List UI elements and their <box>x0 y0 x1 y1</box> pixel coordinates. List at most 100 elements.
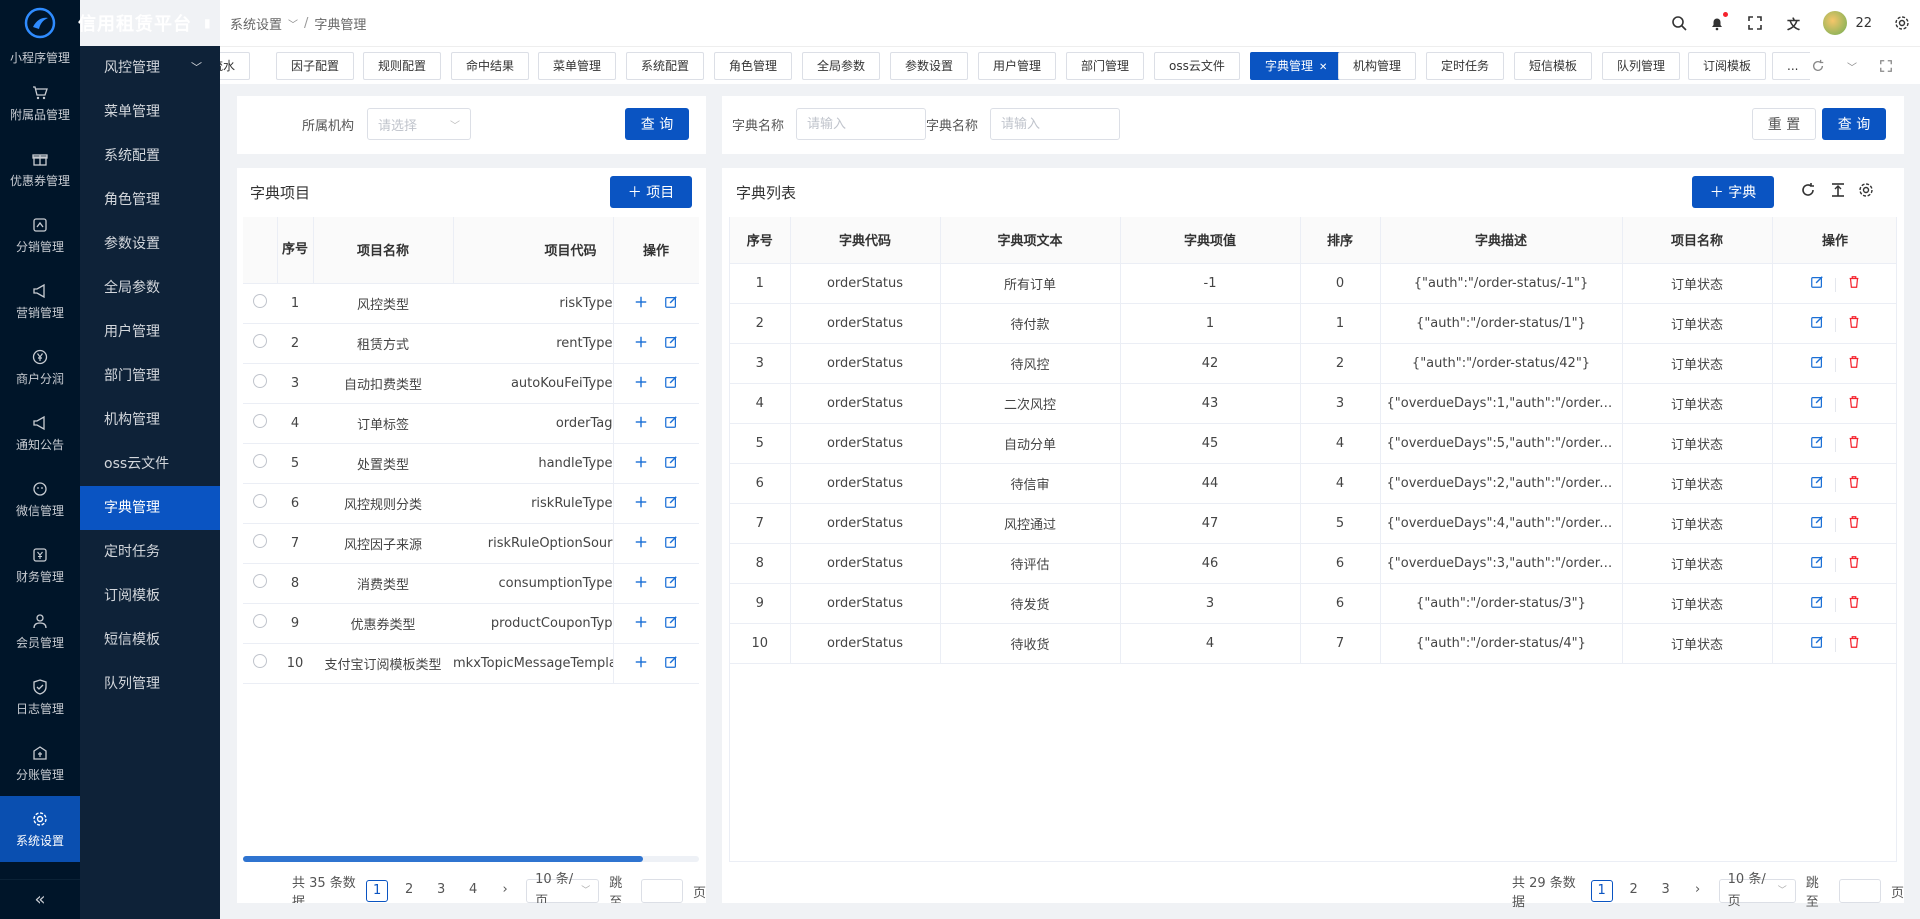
table-row[interactable]: 6 风控规则分类 riskRuleType <box>243 483 699 524</box>
radio-button[interactable] <box>253 374 267 388</box>
left-query-button[interactable]: 查 询 <box>625 108 689 140</box>
edit-icon[interactable] <box>663 574 679 590</box>
sub-item-risk[interactable]: 风控管理 ﹀ <box>80 46 220 90</box>
tab-hit-result[interactable]: 命中结果 <box>451 52 530 80</box>
sub-item-dictionary[interactable]: 字典管理 <box>80 486 220 530</box>
sub-item-subscribe-template[interactable]: 订阅模板 <box>80 574 220 618</box>
add-icon[interactable] <box>633 414 649 430</box>
edit-icon[interactable] <box>663 294 679 310</box>
collapse-icon[interactable]: « <box>0 879 80 919</box>
sub-item-org[interactable]: 机构管理 <box>80 398 220 442</box>
tab-users[interactable]: 用户管理 <box>978 52 1057 80</box>
refresh-icon[interactable] <box>1800 182 1816 198</box>
next-page-icon[interactable]: › <box>1687 880 1709 902</box>
rail-item-accessory[interactable]: 附属品管理 <box>0 70 80 136</box>
tab-flow[interactable]: 流水 <box>220 52 251 80</box>
sub-item-role[interactable]: 角色管理 <box>80 178 220 222</box>
add-icon[interactable] <box>633 374 649 390</box>
sub-item-oss[interactable]: oss云文件 <box>80 442 220 486</box>
rail-item-merchant-profit[interactable]: 商户分润 <box>0 334 80 400</box>
radio-button[interactable] <box>253 334 267 348</box>
tab-role[interactable]: 角色管理 <box>714 52 793 80</box>
pin-icon[interactable]: ▮ <box>204 16 211 30</box>
edit-icon[interactable] <box>1809 394 1825 410</box>
delete-icon[interactable] <box>1846 274 1862 290</box>
page-size-select[interactable]: 10 条/页 ﹀ <box>526 872 600 903</box>
edit-icon[interactable] <box>1809 314 1825 330</box>
tab-menu[interactable]: 菜单管理 <box>538 52 617 80</box>
fullscreen-icon[interactable] <box>1747 15 1763 31</box>
add-dict-button[interactable]: ＋ 字典 <box>1692 176 1774 208</box>
table-row[interactable]: 8 orderStatus 待评估 46 6 {"overdueDays":3,"auth… <box>730 543 1896 584</box>
table-row[interactable]: 10 支付宝订阅模板类型 mkxTopicMessageTempla <box>243 643 699 684</box>
row-radio[interactable] <box>243 363 277 404</box>
add-icon[interactable] <box>633 294 649 310</box>
reset-button[interactable]: 重 置 <box>1752 108 1816 140</box>
delete-icon[interactable] <box>1846 594 1862 610</box>
add-icon[interactable] <box>633 534 649 550</box>
edit-icon[interactable] <box>1809 594 1825 610</box>
edit-icon[interactable] <box>1809 434 1825 450</box>
edit-icon[interactable] <box>663 654 679 670</box>
search-icon[interactable] <box>1671 15 1688 31</box>
table-row[interactable]: 5 orderStatus 自动分单 45 4 {"overdueDays":5,"aut… <box>730 423 1896 464</box>
tab-org[interactable]: 机构管理 <box>1338 52 1417 80</box>
settings-icon[interactable] <box>1894 15 1910 31</box>
delete-icon[interactable] <box>1846 474 1862 490</box>
table-row[interactable]: 7 orderStatus 风控通过 47 5 {"overdueDays":4,"aut… <box>730 503 1896 544</box>
table-row[interactable]: 2 orderStatus 待付款 1 1 {"auth":"/order-status/… <box>730 303 1896 344</box>
sub-item-params[interactable]: 参数设置 <box>80 222 220 266</box>
sub-item-sms-template[interactable]: 短信模板 <box>80 618 220 662</box>
table-row[interactable]: 7 风控因子来源 riskRuleOptionSour <box>243 523 699 564</box>
page-3[interactable]: 3 <box>430 880 452 902</box>
tab-oss[interactable]: oss云文件 <box>1154 52 1240 80</box>
sub-item-cron[interactable]: 定时任务 <box>80 530 220 574</box>
edit-icon[interactable] <box>1809 554 1825 570</box>
edit-icon[interactable] <box>1809 354 1825 370</box>
table-row[interactable]: 8 消费类型 consumptionType <box>243 563 699 604</box>
sub-item-queue[interactable]: 队列管理 <box>80 662 220 706</box>
chevron-down-icon[interactable]: ﹀ <box>1844 58 1860 74</box>
expand-icon[interactable] <box>1878 58 1894 74</box>
table-row[interactable]: 5 处置类型 handleType <box>243 443 699 484</box>
breadcrumb-parent[interactable]: 系统设置 <box>230 14 282 33</box>
refresh-icon[interactable] <box>1810 58 1826 74</box>
add-icon[interactable] <box>633 574 649 590</box>
tab-sms-template[interactable]: 短信模板 <box>1514 52 1593 80</box>
radio-button[interactable] <box>253 414 267 428</box>
sub-item-users[interactable]: 用户管理 <box>80 310 220 354</box>
row-radio[interactable] <box>243 403 277 444</box>
rail-item-member[interactable]: 会员管理 <box>0 598 80 664</box>
tab-cron[interactable]: 定时任务 <box>1426 52 1505 80</box>
jump-input[interactable] <box>640 879 683 903</box>
page-4[interactable]: 4 <box>462 880 484 902</box>
edit-icon[interactable] <box>1809 634 1825 650</box>
radio-button[interactable] <box>253 294 267 308</box>
radio-button[interactable] <box>253 494 267 508</box>
translate-icon[interactable]: 文 <box>1785 15 1801 33</box>
page-2[interactable]: 2 <box>398 880 420 902</box>
jump-input[interactable] <box>1838 879 1881 903</box>
radio-button[interactable] <box>253 534 267 548</box>
radio-button[interactable] <box>253 574 267 588</box>
gear-icon[interactable] <box>1858 182 1874 198</box>
delete-icon[interactable] <box>1846 394 1862 410</box>
rail-item-wechat[interactable]: 微信管理 <box>0 466 80 532</box>
add-project-button[interactable]: ＋ 项目 <box>610 176 692 208</box>
add-icon[interactable] <box>633 614 649 630</box>
user-name[interactable]: 22 <box>1855 16 1872 31</box>
delete-icon[interactable] <box>1846 354 1862 370</box>
tab-more[interactable]: ... <box>1772 52 1814 80</box>
sub-item-sysconfig[interactable]: 系统配置 <box>80 134 220 178</box>
page-size-select[interactable]: 10 条/页 ﹀ <box>1718 872 1796 909</box>
rail-item-notice[interactable]: 通知公告 <box>0 400 80 466</box>
scrollbar-thumb[interactable] <box>243 856 643 862</box>
table-row[interactable]: 10 orderStatus 待收货 4 7 {"auth":"/order-status… <box>730 623 1896 664</box>
sub-item-department[interactable]: 部门管理 <box>80 354 220 398</box>
tab-global-params[interactable]: 全局参数 <box>802 52 881 80</box>
delete-icon[interactable] <box>1846 314 1862 330</box>
rail-item-finance[interactable]: 财务管理 <box>0 532 80 598</box>
dict-name-input-2[interactable] <box>990 108 1120 140</box>
table-row[interactable]: 4 orderStatus 二次风控 43 3 {"overdueDays":1,"aut… <box>730 383 1896 424</box>
edit-icon[interactable] <box>1809 514 1825 530</box>
